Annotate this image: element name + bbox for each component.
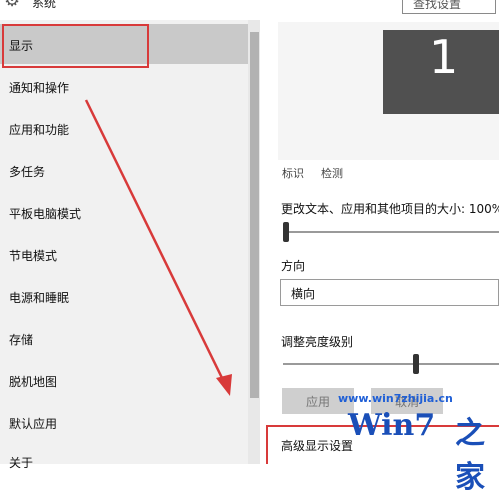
arrow-shaft: [84, 99, 226, 383]
arrow-head: [216, 374, 232, 396]
watermark: www.win7zhijia.cn Win7 之家: [338, 392, 499, 495]
watermark-url: www.win7zhijia.cn: [338, 392, 453, 405]
watermark-logo: Win7: [348, 408, 436, 443]
watermark-logo-suffix: 之家: [455, 416, 485, 495]
